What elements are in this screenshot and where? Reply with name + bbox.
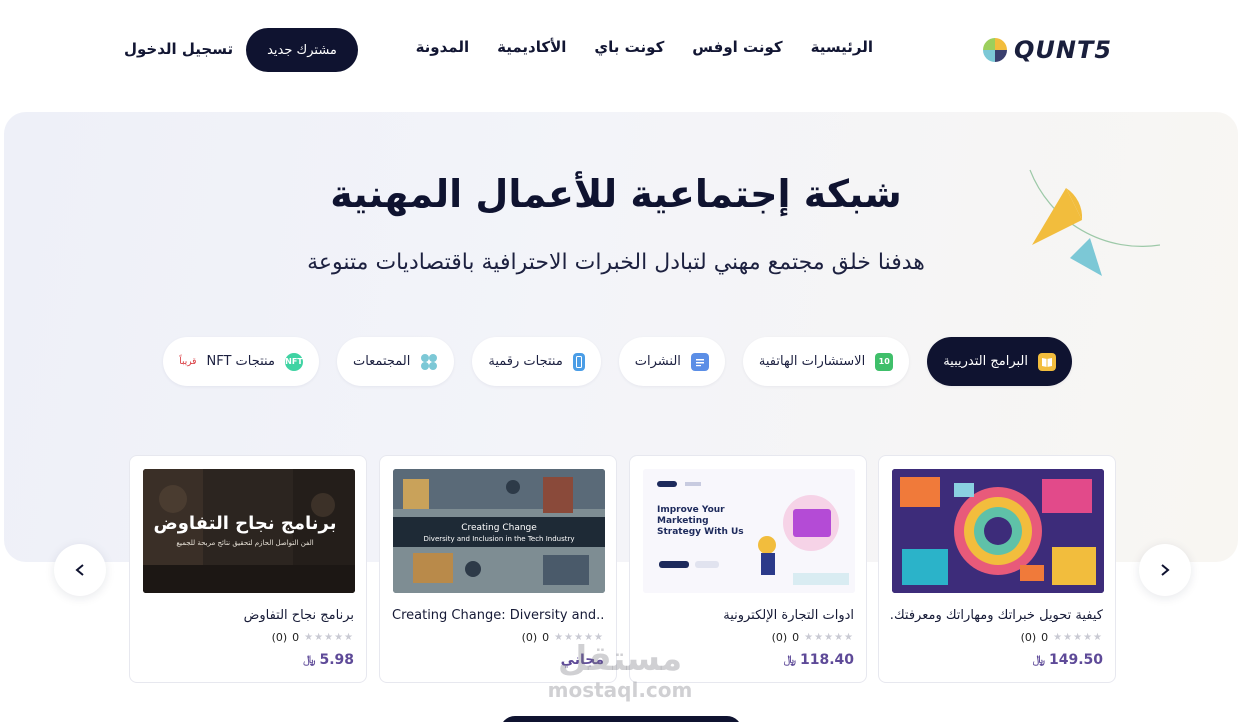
newsletter-icon — [690, 352, 709, 371]
thumbnail-subheading: Diversity and Inclusion in the Tech Indu… — [423, 535, 575, 543]
watermark-url: mostaql.com — [547, 678, 693, 702]
currency-symbol: ﷼ — [783, 653, 796, 666]
product-price: 149.50 ﷼ — [1033, 652, 1103, 668]
tab-label: منتجات NFT — [206, 354, 275, 369]
product-price: 118.40 ﷼ — [784, 652, 854, 668]
carousel-prev-button[interactable] — [54, 544, 106, 596]
chevron-left-icon — [75, 564, 84, 576]
product-thumbnail — [892, 469, 1104, 593]
product-title: برنامج نجاح التفاوض — [243, 608, 354, 623]
site-header: QUNT5 الرئيسية كونت اوفس كونت باي الأكاد… — [0, 0, 1238, 100]
nav-qunt-buy[interactable]: كونت باي — [594, 38, 664, 56]
price-value: 149.50 — [1048, 652, 1103, 668]
tab-label: البرامج التدريبية — [943, 354, 1028, 369]
category-tabs: البرامج التدريبية 10 الاستشارات الهاتفية… — [163, 337, 1072, 386]
community-icon — [420, 353, 438, 371]
product-thumbnail: Improve Your Marketing Strategy With Us — [643, 469, 855, 593]
product-rating: ★★★★★ 0 (0) — [1021, 631, 1103, 644]
rating-value: 0 — [292, 631, 300, 644]
thumbnail-subheading: الفن التواصل الحازم لتحقيق نتائج مربحة ل… — [176, 539, 314, 547]
rating-count: (0) — [521, 631, 538, 644]
nft-icon: NFT — [284, 352, 303, 371]
coming-soon-badge: قريباً — [179, 356, 197, 367]
tab-communities[interactable]: المجتمعات — [336, 337, 455, 386]
site-logo[interactable]: QUNT5 — [982, 34, 1122, 66]
rating-count: (0) — [1020, 631, 1037, 644]
watermark-arabic: مستقل — [557, 639, 683, 679]
tab-label: النشرات — [634, 354, 681, 369]
rating-count: (0) — [271, 631, 288, 644]
price-value: 118.40 — [799, 652, 854, 668]
tab-digital-products[interactable]: منتجات رقمية — [472, 337, 601, 386]
tab-label: الاستشارات الهاتفية — [758, 354, 866, 369]
rating-stars-icon: ★★★★★ — [804, 632, 854, 643]
logo-text: QUNT5 — [1014, 36, 1113, 64]
currency-symbol: ﷼ — [303, 653, 316, 666]
bottom-button[interactable] — [500, 716, 742, 722]
thumbnail-heading: Improve Your Marketing Strategy With Us — [657, 505, 744, 537]
rating-value: 0 — [792, 631, 800, 644]
rating-stars-icon: ★★★★★ — [304, 632, 354, 643]
hero-title: شبكة إجتماعية للأعمال المهنية — [330, 172, 902, 216]
nav-home[interactable]: الرئيسية — [811, 38, 873, 56]
product-title: كيفية تحويل خبراتك ومهاراتك ومعرفتك... — [891, 608, 1103, 623]
product-title: Creating Change: Diversity and... — [392, 608, 604, 623]
calendar-icon: 10 — [875, 352, 894, 371]
carousel-next-button[interactable] — [1139, 544, 1191, 596]
nav-academy[interactable]: الأكاديمية — [497, 38, 566, 56]
register-button[interactable]: مشترك جديد — [246, 28, 358, 72]
nav-qunt-office[interactable]: كونت اوفس — [692, 38, 782, 56]
logo-mark-icon — [983, 38, 1007, 62]
main-nav: الرئيسية كونت اوفس كونت باي الأكاديمية ا… — [416, 38, 873, 56]
nav-blog[interactable]: المدونة — [416, 38, 470, 56]
rating-count: (0) — [771, 631, 788, 644]
price-value: 5.98 — [319, 652, 354, 668]
chevron-right-icon — [1161, 564, 1170, 576]
product-rating: ★★★★★ 0 (0) — [772, 631, 854, 644]
product-price: 5.98 ﷼ — [303, 652, 354, 668]
rating-stars-icon: ★★★★★ — [1053, 632, 1103, 643]
phone-icon — [572, 352, 585, 371]
watermark: مستقل mostaql.com — [540, 640, 700, 702]
product-card[interactable]: كيفية تحويل خبراتك ومهاراتك ومعرفتك... ★… — [878, 455, 1116, 683]
product-rating: ★★★★★ 0 (0) — [272, 631, 354, 644]
product-card[interactable]: برنامج نجاح التفاوض الفن التواصل الحازم … — [129, 455, 367, 683]
product-thumbnail: برنامج نجاح التفاوض الفن التواصل الحازم … — [143, 469, 355, 593]
tab-training-programs[interactable]: البرامج التدريبية — [927, 337, 1072, 386]
tab-nft-products[interactable]: NFT منتجات NFT قريباً — [163, 337, 319, 386]
tab-newsletters[interactable]: النشرات — [618, 337, 725, 386]
tab-label: منتجات رقمية — [488, 354, 563, 369]
rating-value: 0 — [1041, 631, 1049, 644]
tab-label: المجتمعات — [352, 354, 411, 369]
thumbnail-heading: برنامج نجاح التفاوض — [153, 513, 337, 534]
thumbnail-heading: Creating Change — [461, 523, 537, 533]
product-title: ادوات التجارة الإلكترونية — [723, 608, 854, 623]
book-icon — [1038, 352, 1056, 371]
login-link[interactable]: تسجيل الدخول — [124, 40, 233, 58]
tab-phone-consultations[interactable]: 10 الاستشارات الهاتفية — [742, 337, 910, 386]
product-thumbnail: Creating Change Diversity and Inclusion … — [393, 469, 605, 593]
hero-subtitle: هدفنا خلق مجتمع مهني لتبادل الخبرات الاح… — [307, 250, 925, 275]
currency-symbol: ﷼ — [1032, 653, 1045, 666]
